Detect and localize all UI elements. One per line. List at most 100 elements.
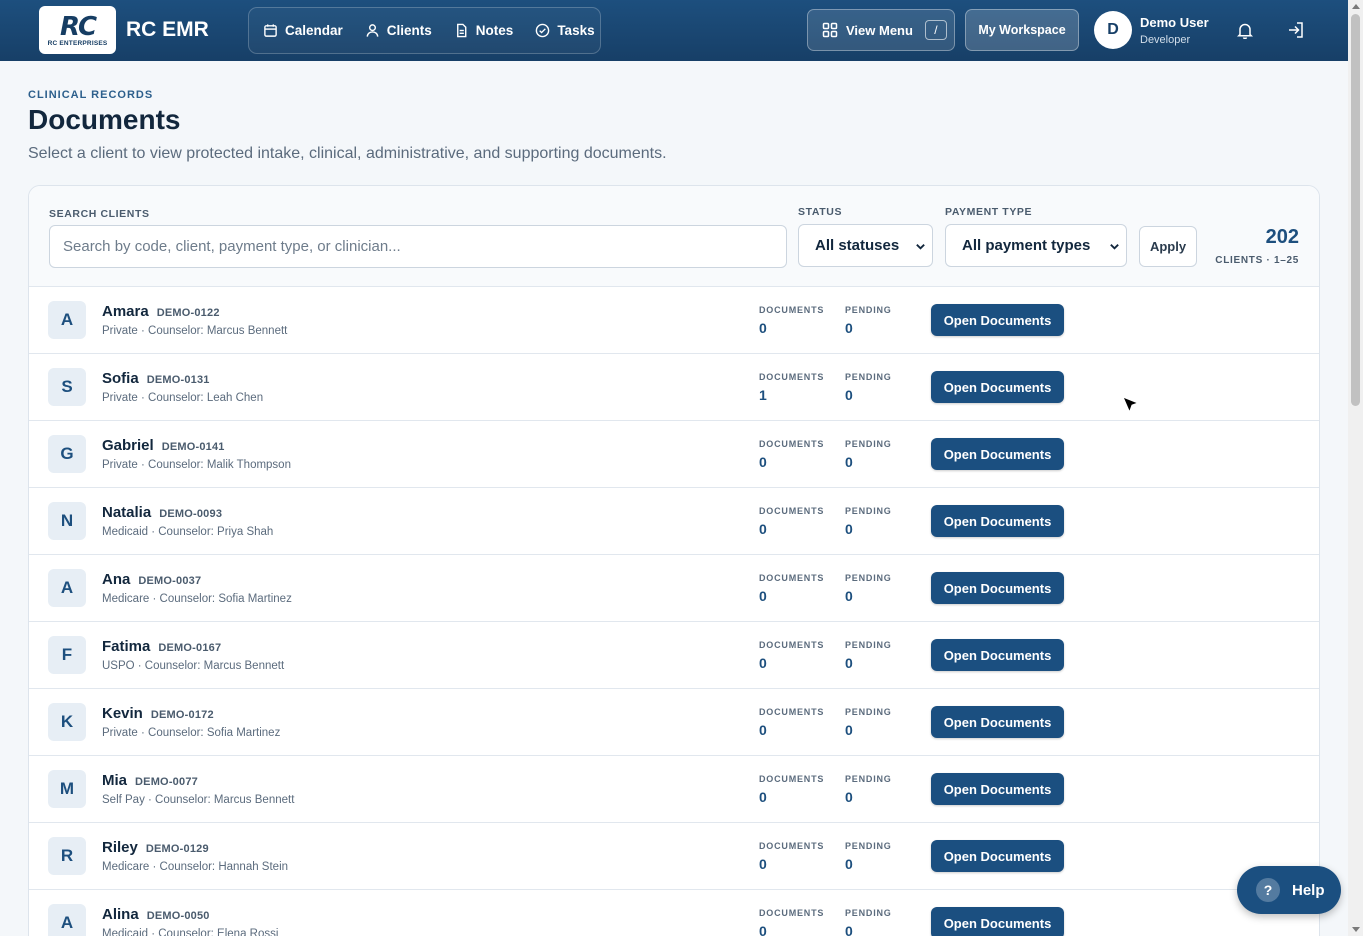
apply-button[interactable]: Apply (1139, 226, 1197, 267)
documents-label: DOCUMENTS (759, 305, 825, 315)
status-select[interactable]: All statuses (798, 224, 933, 267)
client-code: DEMO-0141 (161, 441, 225, 453)
open-documents-button[interactable]: Open Documents (931, 706, 1064, 738)
search-input[interactable] (49, 225, 787, 268)
client-code: DEMO-0172 (150, 709, 214, 721)
payment-type-select[interactable]: All payment types (945, 224, 1127, 267)
client-meta: Medicaid · Counselor: Priya Shah (102, 526, 274, 538)
client-meta: Medicare · Counselor: Hannah Stein (102, 861, 289, 873)
client-name[interactable]: Mia (102, 772, 127, 789)
open-documents-button[interactable]: Open Documents (931, 639, 1064, 671)
page-scrollbar[interactable] (1348, 0, 1363, 936)
client-name[interactable]: Ana (102, 571, 130, 588)
scroll-down-arrow[interactable] (1352, 927, 1360, 932)
client-meta: USPO · Counselor: Marcus Bennett (102, 660, 285, 672)
client-meta: Medicare · Counselor: Sofia Martinez (102, 593, 292, 605)
app-name: RC EMR (126, 18, 209, 41)
client-name[interactable]: Fatima (102, 638, 150, 655)
client-name-line: Amara DEMO-0122 (102, 303, 220, 320)
open-documents-button[interactable]: Open Documents (931, 773, 1064, 805)
documents-label: DOCUMENTS (759, 908, 825, 918)
client-code: DEMO-0131 (146, 374, 210, 386)
client-initial-avatar: A (48, 569, 86, 607)
app-logo[interactable]: RC RC ENTERPRISES (39, 6, 116, 54)
client-initial-avatar: K (48, 703, 86, 741)
view-menu-button[interactable]: View Menu / (807, 9, 955, 51)
pending-label: PENDING (845, 439, 892, 449)
documents-count: 0 (759, 655, 767, 671)
section-eyebrow: CLINICAL RECORDS (28, 89, 154, 101)
logout-icon[interactable] (1287, 21, 1305, 39)
scroll-up-arrow[interactable] (1352, 4, 1360, 9)
open-documents-button[interactable]: Open Documents (931, 371, 1064, 403)
client-list: A Amara DEMO-0122 Private · Counselor: Marc… (29, 287, 1319, 936)
client-row: A Amara DEMO-0122 Private · Counselor: Marc… (29, 287, 1319, 354)
user-role: Developer (1140, 34, 1191, 46)
open-documents-button[interactable]: Open Documents (931, 840, 1064, 872)
client-name[interactable]: Riley (102, 839, 138, 856)
user-icon (366, 24, 379, 37)
pending-count: 0 (845, 454, 853, 470)
pending-count: 0 (845, 588, 853, 604)
client-meta: Private · Counselor: Malik Thompson (102, 459, 291, 471)
status-label: STATUS (798, 206, 843, 218)
client-name[interactable]: Sofia (102, 370, 139, 387)
client-initial-avatar: M (48, 770, 86, 808)
my-workspace-button[interactable]: My Workspace (965, 9, 1079, 51)
open-documents-button[interactable]: Open Documents (931, 304, 1064, 336)
client-code: DEMO-0093 (159, 508, 223, 520)
client-row: G Gabriel DEMO-0141 Private · Counselor: Ma… (29, 421, 1319, 488)
open-documents-button[interactable]: Open Documents (931, 438, 1064, 470)
pending-count: 0 (845, 387, 853, 403)
help-label: Help (1292, 881, 1325, 899)
documents-label: DOCUMENTS (759, 774, 825, 784)
client-name[interactable]: Kevin (102, 705, 143, 722)
page-title: Documents (28, 104, 181, 135)
documents-label: DOCUMENTS (759, 372, 825, 382)
client-name-line: Riley DEMO-0129 (102, 839, 209, 856)
filter-bar: SEARCH CLIENTS STATUS All statuses PAYME… (29, 186, 1319, 287)
documents-label: DOCUMENTS (759, 439, 825, 449)
search-label: SEARCH CLIENTS (49, 208, 150, 220)
pending-label: PENDING (845, 573, 892, 583)
nav-calendar[interactable]: Calendar (263, 23, 343, 38)
client-code: DEMO-0129 (145, 843, 209, 855)
nav-clients[interactable]: Clients (365, 23, 432, 38)
nav-tasks[interactable]: Tasks (535, 23, 595, 38)
top-navigation-bar: RC RC ENTERPRISES RC EMR Calendar Client… (0, 0, 1348, 61)
client-code: DEMO-0122 (156, 307, 220, 319)
nav-notes[interactable]: Notes (454, 23, 513, 38)
documents-label: DOCUMENTS (759, 707, 825, 717)
pending-label: PENDING (845, 372, 892, 382)
client-code: DEMO-0077 (135, 776, 198, 788)
client-initial-avatar: S (48, 368, 86, 406)
status-value: All statuses (815, 237, 900, 254)
client-name[interactable]: Gabriel (102, 437, 154, 454)
open-documents-button[interactable]: Open Documents (931, 907, 1064, 936)
check-circle-icon (536, 23, 550, 38)
shortcut-key: / (924, 20, 947, 40)
documents-count: 0 (759, 521, 767, 537)
client-name[interactable]: Amara (102, 303, 149, 320)
client-name[interactable]: Alina (102, 906, 139, 923)
client-meta: Private · Counselor: Marcus Bennett (102, 325, 288, 337)
client-code: DEMO-0037 (138, 575, 202, 587)
client-row: A Alina DEMO-0050 Medicaid · Counselor: Ele… (29, 890, 1319, 936)
pending-label: PENDING (845, 305, 892, 315)
pending-count: 0 (845, 923, 853, 936)
bell-icon[interactable] (1237, 22, 1253, 39)
open-documents-button[interactable]: Open Documents (931, 572, 1064, 604)
client-name[interactable]: Natalia (102, 504, 151, 521)
documents-count: 0 (759, 722, 767, 738)
pending-label: PENDING (845, 908, 892, 918)
pending-count: 0 (845, 789, 853, 805)
scroll-thumb[interactable] (1351, 14, 1360, 406)
help-button[interactable]: ? Help (1237, 866, 1341, 914)
client-name-line: Kevin DEMO-0172 (102, 705, 214, 722)
user-avatar[interactable]: D (1094, 11, 1132, 49)
open-documents-button[interactable]: Open Documents (931, 505, 1064, 537)
help-icon: ? (1256, 878, 1280, 902)
client-name-line: Mia DEMO-0077 (102, 772, 198, 789)
clients-card: SEARCH CLIENTS STATUS All statuses PAYME… (28, 185, 1320, 936)
pending-label: PENDING (845, 774, 892, 784)
